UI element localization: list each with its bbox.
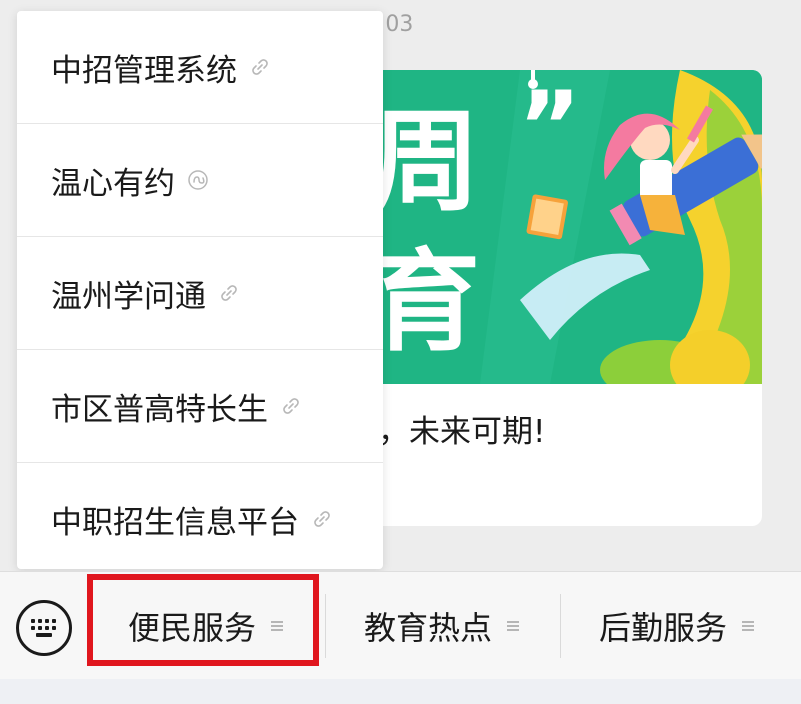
home-indicator-area <box>0 679 801 704</box>
menu-item-techangsheng[interactable]: 市区普高特长生 <box>17 350 383 462</box>
menu-lines-icon <box>507 621 519 631</box>
link-icon <box>314 511 330 527</box>
menu-lines-icon <box>742 621 754 631</box>
cover-headline-char-2: 育 <box>370 238 480 366</box>
cover-headline-char-1: 周 <box>370 98 480 226</box>
tab-education-hotspots[interactable]: 教育热点 <box>326 572 558 680</box>
menu-item-label: 中招管理系统 <box>51 52 237 89</box>
submenu-popup: 中招管理系统 温心有约 温州学问通 市区普高特长生 中职招生信息平台 <box>17 11 383 569</box>
menu-item-zhongzhi[interactable]: 中职招生信息平台 <box>17 463 383 575</box>
menu-item-xuewentong[interactable]: 温州学问通 <box>17 237 383 349</box>
article-card[interactable]: ” 周 育 ，未来可期! <box>350 70 762 526</box>
chat-screen: 上午8:03 <box>0 0 801 704</box>
highlight-annotation-box <box>87 574 319 666</box>
tab-label: 教育热点 <box>363 609 492 647</box>
menu-item-label: 温心有约 <box>51 165 175 202</box>
menu-item-label: 温州学问通 <box>51 278 206 315</box>
article-cover-image: ” 周 育 <box>350 70 762 400</box>
link-icon <box>221 285 237 301</box>
menu-item-label: 中职招生信息平台 <box>51 504 299 541</box>
menu-item-wenxin[interactable]: 温心有约 <box>17 124 383 236</box>
keyboard-toggle-button[interactable] <box>16 600 72 656</box>
menu-item-zhongzhao[interactable]: 中招管理系统 <box>17 11 383 123</box>
mini-program-icon <box>188 170 208 190</box>
cover-illustration: ” 周 育 <box>350 70 762 400</box>
article-caption: ，未来可期! <box>378 414 546 450</box>
link-icon <box>252 59 268 75</box>
tab-logistics-services[interactable]: 后勤服务 <box>561 572 793 680</box>
menu-item-label: 市区普高特长生 <box>51 391 268 428</box>
quote-mark-text: ” <box>518 71 581 183</box>
link-icon <box>283 398 299 414</box>
keyboard-icon <box>31 619 56 637</box>
tab-label: 后勤服务 <box>598 609 727 647</box>
